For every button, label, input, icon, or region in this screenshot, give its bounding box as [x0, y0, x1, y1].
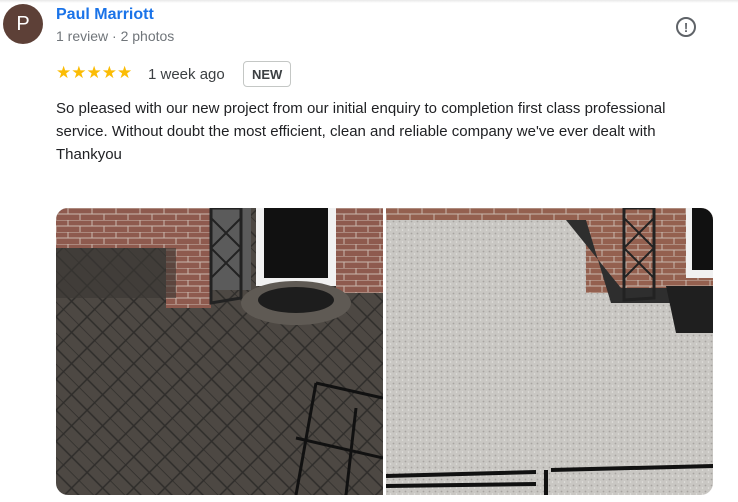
avatar[interactable]: P	[3, 4, 43, 44]
star-rating: ★ ★ ★ ★ ★	[56, 64, 132, 82]
reviewer-name[interactable]: Paul Marriott	[56, 6, 154, 24]
before-photo-image	[56, 208, 384, 495]
review-photos	[56, 208, 713, 495]
review-body: So pleased with our new project from our…	[56, 100, 666, 140]
review-closing: Thankyou	[56, 146, 122, 163]
after-photo[interactable]	[385, 208, 713, 495]
star-icon: ★	[71, 63, 87, 82]
review-text: So pleased with our new project from our…	[56, 97, 706, 166]
report-icon[interactable]: !	[676, 17, 696, 37]
star-icon: ★	[101, 63, 117, 82]
review-time: 1 week ago	[148, 66, 225, 83]
star-icon: ★	[86, 63, 102, 82]
top-divider	[0, 0, 738, 3]
star-icon: ★	[117, 63, 133, 82]
before-photo[interactable]	[56, 208, 384, 495]
after-photo-image	[385, 208, 713, 495]
reviewer-meta: 1 review · 2 photos	[56, 28, 175, 44]
star-icon: ★	[56, 63, 72, 82]
avatar-initial: P	[16, 12, 30, 35]
new-badge: NEW	[243, 61, 292, 87]
